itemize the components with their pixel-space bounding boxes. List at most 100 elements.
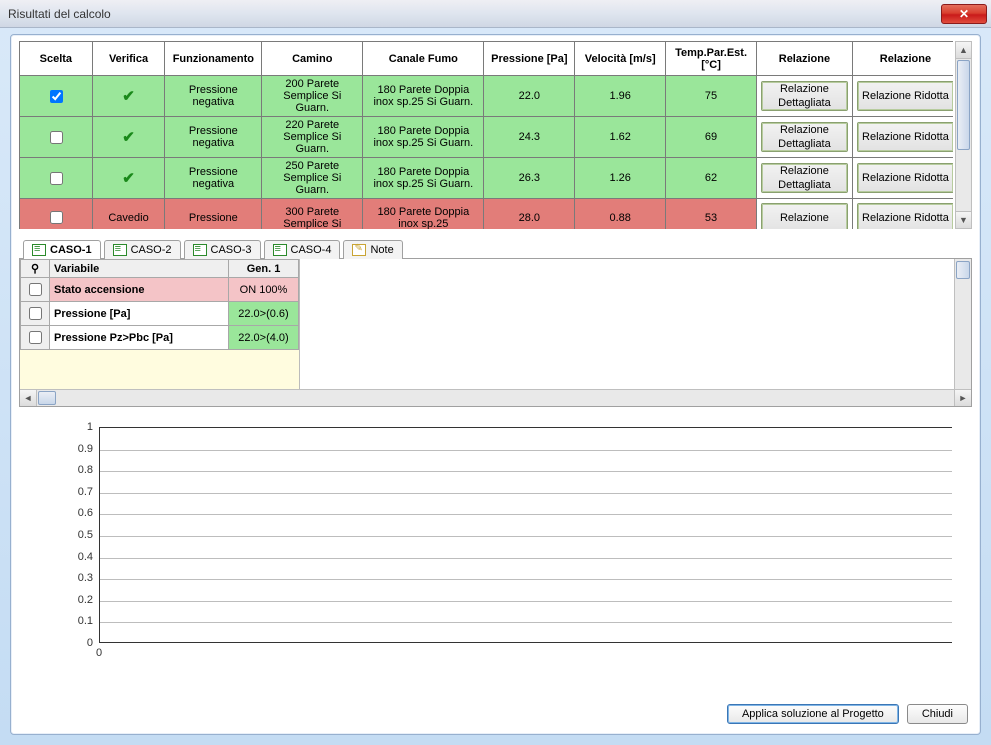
chart-plot [99,427,952,643]
cell-canale: 180 Parete Doppia inox sp.25 Si Guarn. [363,158,484,199]
note-icon [352,244,366,256]
var-checkbox-cell [21,302,50,326]
col-relazione-2: Relazione [852,42,953,76]
scroll-up-icon[interactable]: ▲ [956,42,971,59]
cell-temp: 69 [666,117,757,158]
cell-funzionamento: Pressione negativa [165,76,262,117]
scroll-thumb[interactable] [957,60,970,150]
results-scroll: Scelta Verifica Funzionamento Camino Can… [19,41,953,229]
col-camino: Camino [262,42,363,76]
scelta-checkbox[interactable] [50,90,63,103]
list-icon [113,244,127,256]
tab-label: CASO-3 [211,244,252,256]
cell-canale: 180 Parete Doppia inox sp.25 [363,199,484,230]
apply-button[interactable]: Applica soluzione al Progetto [727,704,899,724]
chart-ytick: 0.2 [19,594,93,606]
cell-temp: 75 [666,76,757,117]
scroll-left-icon[interactable]: ◄ [20,390,37,406]
tab-caso-4[interactable]: CASO-4 [264,240,341,259]
list-icon [193,244,207,256]
chart-ytick: 0.7 [19,486,93,498]
col-funzionamento: Funzionamento [165,42,262,76]
cell-pressione: 28.0 [484,199,575,230]
var-name: Pressione [Pa] [50,302,229,326]
cell-pressione: 24.3 [484,117,575,158]
scelta-checkbox[interactable] [50,172,63,185]
window-title: Risultati del calcolo [8,7,941,21]
results-header-row: Scelta Verifica Funzionamento Camino Can… [20,42,954,76]
scelta-checkbox[interactable] [50,131,63,144]
close-button[interactable]: Chiudi [907,704,968,724]
var-name: Stato accensione [50,278,229,302]
var-gap [300,259,954,389]
chart-gridline [100,536,952,537]
cell-canale: 180 Parete Doppia inox sp.25 Si Guarn. [363,76,484,117]
relazione-ridotta-button[interactable]: Relazione Ridotta [857,203,953,230]
var-checkbox[interactable] [29,307,42,320]
col-verifica: Verifica [92,42,165,76]
tab-caso-1[interactable]: CASO-1 [23,240,101,259]
chart-gridline [100,493,952,494]
cell-verifica: ✔ [92,76,165,117]
cell-pressione: 26.3 [484,158,575,199]
tab-label: CASO-4 [291,244,332,256]
vars-hscrollbar[interactable]: ◄ ► [20,389,971,406]
var-checkbox[interactable] [29,331,42,344]
cell-canale: 180 Parete Doppia inox sp.25 Si Guarn. [363,117,484,158]
scroll-right-icon[interactable]: ► [954,390,971,406]
vars-corner[interactable]: ⚲ [21,260,50,278]
relazione-dettagliata-button[interactable]: Relazione Dettagliata [761,122,848,152]
chart-ytick: 0.5 [19,529,93,541]
vars-scroll-thumb[interactable] [956,261,970,279]
cell-temp: 62 [666,158,757,199]
chart-ytick: 0.4 [19,551,93,563]
variable-row: Pressione Pz>Pbc [Pa]22.0>(4.0) [21,326,299,350]
vars-col-variabile[interactable]: Variabile [50,260,229,278]
cell-scelta [20,76,93,117]
var-value: 22.0>(0.6) [229,302,299,326]
relazione-dettagliata-button[interactable]: Relazione Dettagliata [761,81,848,111]
close-icon[interactable]: ✕ [941,4,987,24]
variable-table-area: ⚲ Variabile Gen. 1 Stato accensioneON 10… [20,259,300,389]
chart-ytick: 0.9 [19,443,93,455]
vars-vscrollbar[interactable] [954,259,971,389]
var-value: ON 100% [229,278,299,302]
relazione-ridotta-button[interactable]: Relazione Ridotta [857,163,953,193]
cell-rel-rid: Relazione Ridotta [852,199,953,230]
chart-ytick: 1 [19,421,93,433]
relazione-dettagliata-button[interactable]: Relazione [761,203,848,230]
chart-ytick: 0 [19,637,93,649]
relazione-ridotta-button[interactable]: Relazione Ridotta [857,81,953,111]
cell-camino: 200 Parete Semplice Si Guarn. [262,76,363,117]
cell-rel-det: Relazione [756,199,852,230]
relazione-dettagliata-button[interactable]: Relazione Dettagliata [761,163,848,193]
chart-area: 0 00.10.20.30.40.50.60.70.80.91 [19,417,972,667]
cell-rel-rid: Relazione Ridotta [852,158,953,199]
var-checkbox[interactable] [29,283,42,296]
tab-caso-2[interactable]: CASO-2 [104,240,181,259]
var-checkbox-cell [21,326,50,350]
chart-ytick: 0.6 [19,507,93,519]
vars-col-gen1[interactable]: Gen. 1 [229,260,299,278]
list-icon [32,244,46,256]
hscroll-thumb[interactable] [38,391,56,405]
results-table: Scelta Verifica Funzionamento Camino Can… [19,41,953,229]
cell-verifica: ✔ [92,158,165,199]
chart-gridline [100,558,952,559]
main-panel: Scelta Verifica Funzionamento Camino Can… [10,34,981,735]
cell-rel-rid: Relazione Ridotta [852,76,953,117]
chart-gridline [100,450,952,451]
cell-verifica: ✔ [92,117,165,158]
scelta-checkbox[interactable] [50,211,63,224]
check-icon: ✔ [122,129,135,146]
tabbar: CASO-1 CASO-2 CASO-3 CASO-4 Note [19,239,972,259]
tab-note[interactable]: Note [343,240,402,259]
content: Scelta Verifica Funzionamento Camino Can… [0,28,991,745]
bottom-buttons: Applica soluzione al Progetto Chiudi [727,704,968,724]
results-vscrollbar[interactable]: ▲ ▼ [955,41,972,229]
scroll-down-icon[interactable]: ▼ [956,211,971,228]
tab-caso-3[interactable]: CASO-3 [184,240,261,259]
check-icon: ✔ [122,170,135,187]
cell-velocita: 1.62 [575,117,666,158]
relazione-ridotta-button[interactable]: Relazione Ridotta [857,122,953,152]
